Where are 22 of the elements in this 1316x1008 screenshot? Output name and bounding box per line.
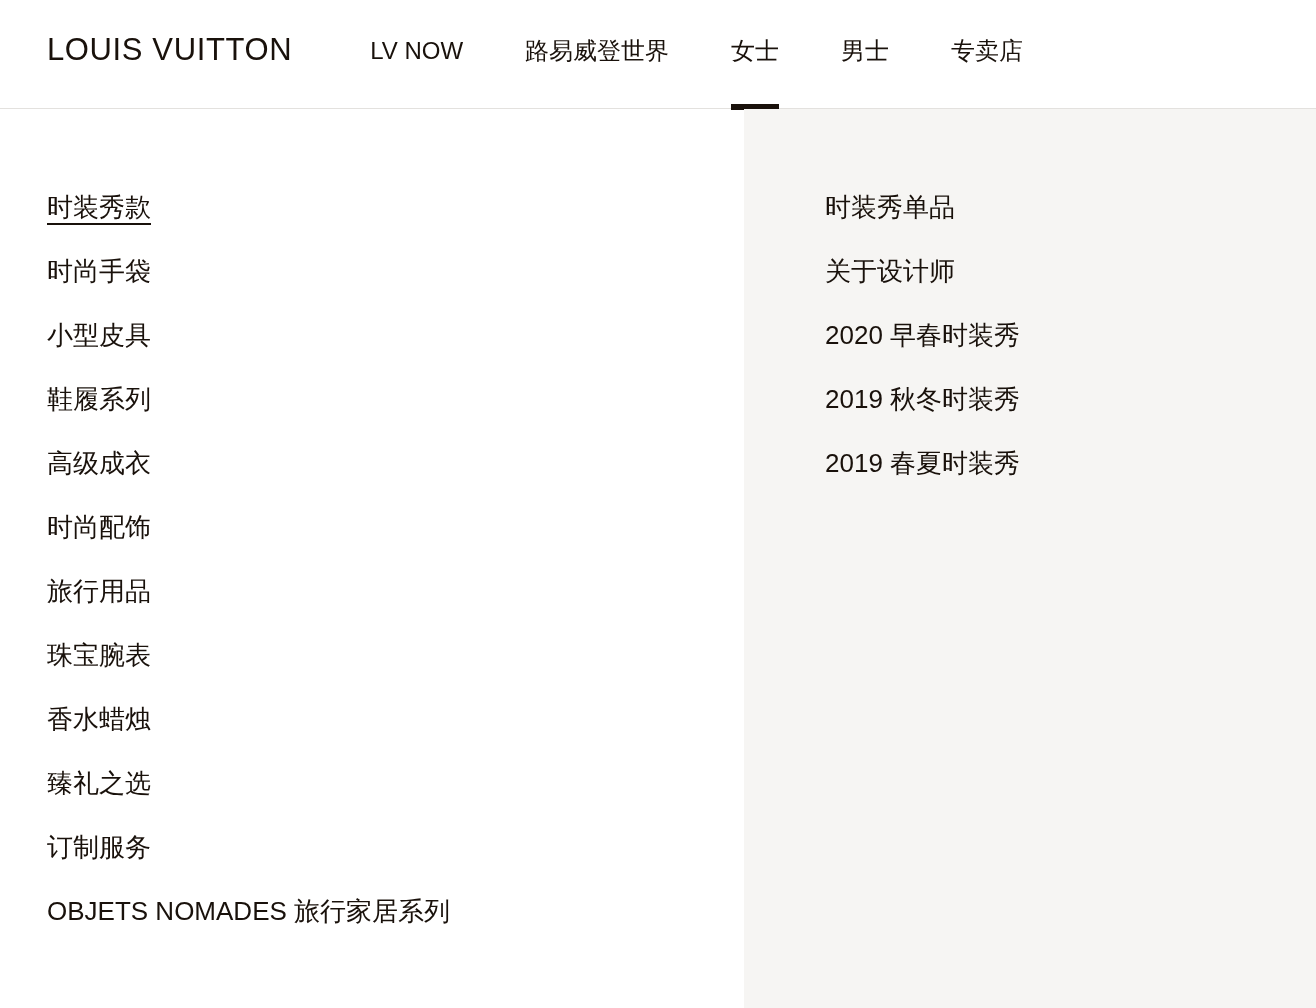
brand-logo[interactable]: LOUIS VUITTON bbox=[47, 33, 293, 65]
nav-tab[interactable]: 专卖店 bbox=[951, 0, 1024, 110]
category-link[interactable]: OBJETS NOMADES 旅行家居系列 bbox=[47, 895, 451, 929]
nav-tab[interactable]: LV NOW bbox=[370, 0, 464, 110]
category-link[interactable]: 珠宝腕表 bbox=[47, 639, 151, 673]
category-link[interactable]: 小型皮具 bbox=[47, 319, 151, 353]
category-link[interactable]: 时尚手袋 bbox=[47, 255, 151, 289]
category-link[interactable]: 旅行用品 bbox=[47, 575, 151, 609]
nav-tab[interactable]: 路易威登世界 bbox=[525, 0, 670, 110]
subcategory-link[interactable]: 2019 春夏时装秀 bbox=[825, 447, 1021, 481]
category-link[interactable]: 时尚配饰 bbox=[47, 511, 151, 545]
subcategory-link[interactable]: 2020 早春时装秀 bbox=[825, 319, 1021, 353]
category-link[interactable]: 臻礼之选 bbox=[47, 767, 151, 801]
subcategory-link[interactable]: 2019 秋冬时装秀 bbox=[825, 383, 1021, 417]
category-link[interactable]: 高级成衣 bbox=[47, 447, 151, 481]
category-link[interactable]: 香水蜡烛 bbox=[47, 703, 151, 737]
category-link[interactable]: 鞋履系列 bbox=[47, 383, 151, 417]
category-link[interactable]: 时装秀款 bbox=[47, 191, 151, 225]
category-link[interactable]: 订制服务 bbox=[47, 831, 151, 865]
subcategory-link[interactable]: 时装秀单品 bbox=[825, 191, 955, 225]
subcategory-link[interactable]: 关于设计师 bbox=[825, 255, 955, 289]
nav-tab[interactable]: 男士 bbox=[841, 0, 890, 110]
